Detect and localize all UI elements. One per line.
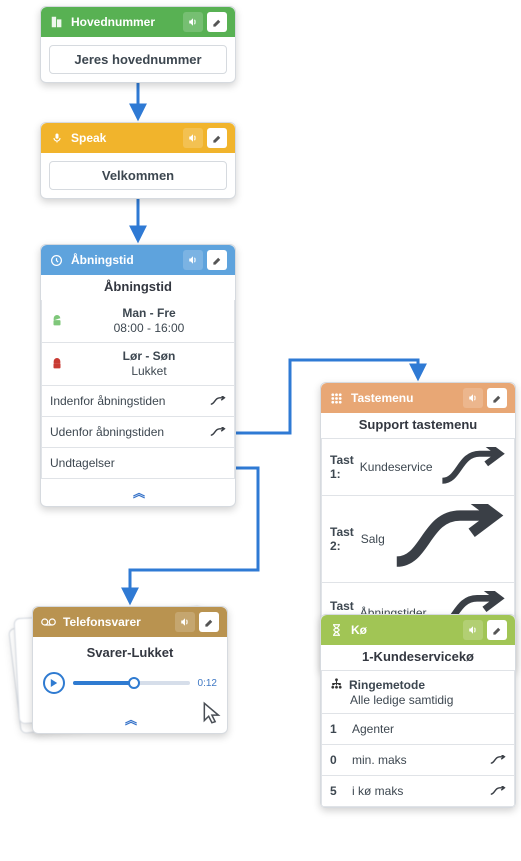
connector-icon	[490, 755, 506, 765]
edit-button[interactable]	[207, 128, 227, 148]
sound-button[interactable]	[463, 388, 483, 408]
queue-label: min. maks	[352, 753, 407, 767]
connector-icon	[391, 504, 506, 573]
schedule-days: Man - Fre	[72, 306, 226, 321]
branch-inside-hours[interactable]: Indenfor åbningstiden	[41, 386, 235, 417]
grid-icon	[329, 391, 344, 406]
voicemail-label: Svarer-Lukket	[41, 645, 219, 666]
queue-heading: 1-Kundeservicekø	[321, 645, 515, 670]
branch-label: Udenfor åbningstiden	[50, 425, 164, 439]
connector-icon	[490, 786, 506, 796]
ring-method: Ringemetode Alle ledige samtidig	[321, 670, 515, 714]
card-speak[interactable]: Speak Velkommen	[40, 122, 236, 199]
audio-slider[interactable]	[73, 681, 190, 685]
card-main-number[interactable]: Hovednummer Jeres hovednummer	[40, 6, 236, 83]
building-icon	[49, 15, 64, 30]
hourglass-icon	[329, 623, 344, 638]
card-opening-hours[interactable]: Åbningstid Åbningstid Man - Fre 08:00 - …	[40, 244, 236, 507]
sound-button[interactable]	[183, 128, 203, 148]
card-title: Tastemenu	[351, 391, 413, 405]
branch-label: Undtagelser	[50, 456, 115, 470]
key-option[interactable]: Tast 2: Salg	[321, 496, 515, 582]
card-title: Åbningstid	[71, 253, 134, 267]
connector-icon	[210, 427, 226, 437]
collapse-toggle[interactable]: ︽	[33, 706, 227, 733]
sound-button[interactable]	[183, 250, 203, 270]
edit-button[interactable]	[487, 388, 507, 408]
queue-label: Agenter	[352, 722, 394, 736]
key-number: Tast 2:	[330, 525, 355, 553]
lock-open-icon	[50, 314, 64, 328]
hours-heading: Åbningstid	[41, 275, 235, 300]
speak-label: Velkommen	[49, 161, 227, 190]
queue-row[interactable]: 5 i kø maks	[321, 776, 515, 807]
schedule-time: 08:00 - 16:00	[114, 321, 185, 335]
ring-method-value: Alle ledige samtidig	[330, 693, 506, 707]
voicemail-icon	[41, 615, 56, 630]
play-button[interactable]	[43, 672, 65, 694]
audio-player[interactable]: 0:12	[41, 666, 219, 698]
branch-exceptions[interactable]: Undtagelser	[41, 448, 235, 479]
branch-outside-hours[interactable]: Udenfor åbningstiden	[41, 417, 235, 448]
audio-duration: 0:12	[198, 678, 217, 689]
edit-button[interactable]	[207, 12, 227, 32]
key-number: Tast 1:	[330, 453, 354, 481]
card-title: Telefonsvarer	[63, 615, 141, 629]
queue-label: i kø maks	[352, 784, 403, 798]
edit-button[interactable]	[199, 612, 219, 632]
card-queue[interactable]: Kø 1-Kundeservicekø Ringemetode Alle led…	[320, 614, 516, 808]
key-option[interactable]: Tast 1: Kundeservice	[321, 438, 515, 496]
card-voicemail[interactable]: Telefonsvarer Svarer-Lukket 0:12 ︽	[32, 606, 228, 734]
lock-closed-icon	[50, 357, 64, 371]
ring-method-title: Ringemetode	[349, 678, 425, 692]
cursor-icon	[200, 700, 226, 726]
microphone-icon	[49, 131, 64, 146]
branch-label: Indenfor åbningstiden	[50, 394, 165, 408]
schedule-time: Lukket	[131, 364, 166, 378]
connector-icon	[210, 396, 226, 406]
sound-button[interactable]	[183, 12, 203, 32]
chevron-up-icon: ︽	[125, 713, 135, 727]
key-label: Kundeservice	[360, 460, 433, 474]
chevron-up-icon: ︽	[133, 486, 143, 500]
main-number-label: Jeres hovednummer	[49, 45, 227, 74]
queue-row[interactable]: 0 min. maks	[321, 745, 515, 776]
schedule-row: Man - Fre 08:00 - 16:00	[41, 300, 235, 343]
card-title: Hovednummer	[71, 15, 155, 29]
edit-button[interactable]	[487, 620, 507, 640]
queue-count: 0	[330, 753, 342, 767]
sound-button[interactable]	[175, 612, 195, 632]
schedule-row: Lør - Søn Lukket	[41, 343, 235, 386]
tree-icon	[330, 677, 343, 693]
queue-row[interactable]: 1 Agenter	[321, 714, 515, 745]
schedule-days: Lør - Søn	[72, 349, 226, 364]
clock-icon	[49, 253, 64, 268]
queue-count: 5	[330, 784, 342, 798]
key-label: Salg	[361, 532, 385, 546]
keymenu-heading: Support tastemenu	[321, 413, 515, 438]
card-title: Speak	[71, 131, 106, 145]
collapse-toggle[interactable]: ︽	[41, 479, 235, 506]
edit-button[interactable]	[207, 250, 227, 270]
sound-button[interactable]	[463, 620, 483, 640]
queue-count: 1	[330, 722, 342, 736]
connector-icon	[439, 447, 506, 487]
card-title: Kø	[351, 623, 367, 637]
